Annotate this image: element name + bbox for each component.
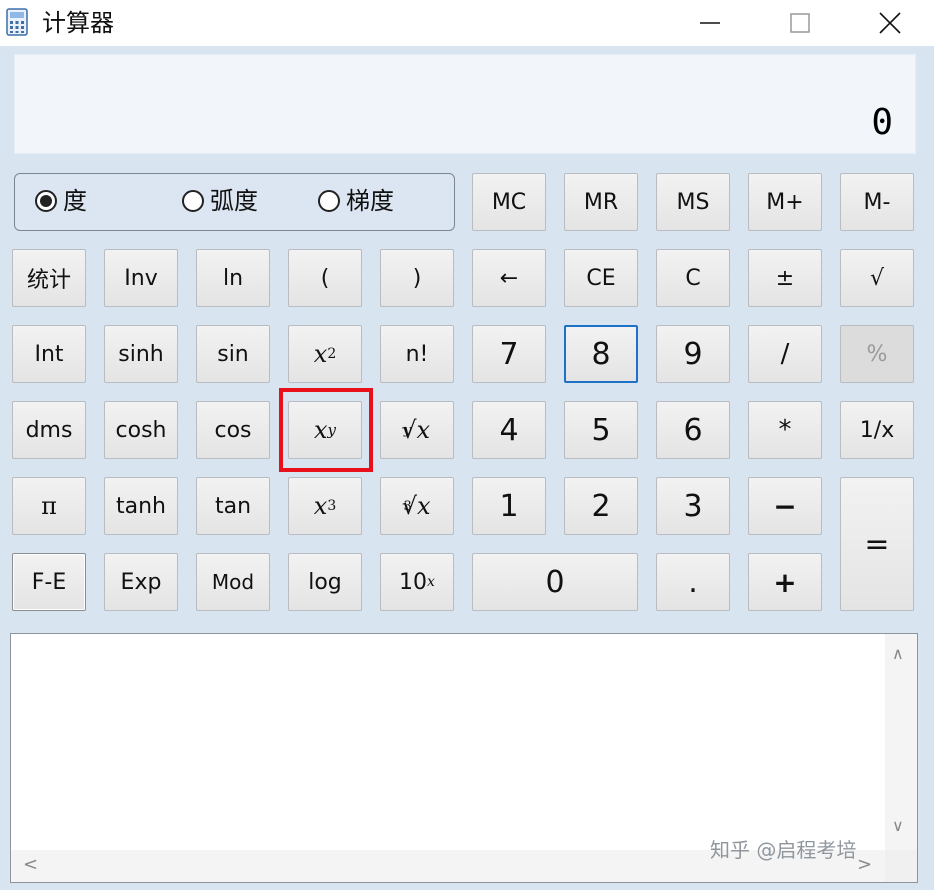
radio-selected-dot xyxy=(40,195,52,207)
calculator-app-icon xyxy=(6,8,28,36)
scrollbar-corner xyxy=(885,850,917,882)
ten-power-exponent: x xyxy=(427,574,435,590)
tanh-button[interactable]: tanh xyxy=(104,477,178,535)
scroll-left-icon[interactable]: < xyxy=(23,854,38,875)
title-bar: 计算器 xyxy=(0,0,934,46)
radio-label: 梯度 xyxy=(346,187,394,215)
exp-button[interactable]: Exp xyxy=(104,553,178,611)
close-icon xyxy=(879,12,901,34)
sin-button[interactable]: sin xyxy=(196,325,270,383)
scroll-up-icon[interactable]: ∧ xyxy=(892,644,904,663)
multiply-button[interactable]: * xyxy=(748,401,822,459)
radio-circle xyxy=(318,190,340,212)
mc-button[interactable]: MC xyxy=(472,173,546,231)
digit-1-button[interactable]: 1 xyxy=(472,477,546,535)
ms-button[interactable]: MS xyxy=(656,173,730,231)
backspace-button[interactable]: ← xyxy=(472,249,546,307)
percent-button[interactable]: % xyxy=(840,325,914,383)
ten-power-x-button[interactable]: 10 x xyxy=(380,553,454,611)
x-cubed-base: x xyxy=(313,492,328,520)
digit-8-button[interactable]: 8 xyxy=(564,325,638,383)
log-button[interactable]: log xyxy=(288,553,362,611)
digit-5-button[interactable]: 5 xyxy=(564,401,638,459)
digit-9-button[interactable]: 9 xyxy=(656,325,730,383)
clear-button[interactable]: C xyxy=(656,249,730,307)
vertical-scrollbar[interactable]: ∧ ∨ xyxy=(885,634,917,850)
cube-root-radicand: x xyxy=(417,492,431,520)
inv-button[interactable]: Inv xyxy=(104,249,178,307)
close-button[interactable] xyxy=(860,4,920,42)
cube-root-button[interactable]: 3 √ x xyxy=(380,477,454,535)
radio-circle xyxy=(35,190,57,212)
digit-2-button[interactable]: 2 xyxy=(564,477,638,535)
radio-gradians[interactable]: 梯度 xyxy=(318,187,394,215)
radio-circle xyxy=(182,190,204,212)
pi-button[interactable]: π xyxy=(12,477,86,535)
digit-6-button[interactable]: 6 xyxy=(656,401,730,459)
m-minus-button[interactable]: M- xyxy=(840,173,914,231)
radio-label: 弧度 xyxy=(210,187,258,215)
add-button[interactable]: + xyxy=(748,553,822,611)
divide-button[interactable]: / xyxy=(748,325,822,383)
digit-0-button[interactable]: 0 xyxy=(472,553,638,611)
result-display: 0 xyxy=(14,54,916,154)
m-plus-button[interactable]: M+ xyxy=(748,173,822,231)
ln-button[interactable]: ln xyxy=(196,249,270,307)
ce-button[interactable]: CE xyxy=(564,249,638,307)
digit-7-button[interactable]: 7 xyxy=(472,325,546,383)
window-title: 计算器 xyxy=(42,9,114,37)
int-button[interactable]: Int xyxy=(12,325,86,383)
scroll-down-icon[interactable]: ∨ xyxy=(892,816,904,835)
x-squared-button[interactable]: x2 xyxy=(288,325,362,383)
reciprocal-button[interactable]: 1/x xyxy=(840,401,914,459)
negate-button[interactable]: ± xyxy=(748,249,822,307)
minimize-icon xyxy=(700,22,720,24)
left-paren-button[interactable]: ( xyxy=(288,249,362,307)
maximize-icon xyxy=(790,13,810,33)
watermark: 知乎 @启程考培 xyxy=(710,838,857,862)
radio-label: 度 xyxy=(63,187,87,215)
sinh-button[interactable]: sinh xyxy=(104,325,178,383)
mod-button[interactable]: Mod xyxy=(196,553,270,611)
equals-button[interactable]: = xyxy=(840,477,914,611)
y-root-radicand: x xyxy=(416,416,431,444)
digit-4-button[interactable]: 4 xyxy=(472,401,546,459)
x-power-y-exponent: y xyxy=(327,421,337,439)
decimal-point-button[interactable]: . xyxy=(656,553,730,611)
scroll-right-icon[interactable]: > xyxy=(857,854,872,875)
dms-button[interactable]: dms xyxy=(12,401,86,459)
fe-button[interactable]: F-E xyxy=(12,553,86,611)
subtract-button[interactable]: − xyxy=(748,477,822,535)
mr-button[interactable]: MR xyxy=(564,173,638,231)
cos-button[interactable]: cos xyxy=(196,401,270,459)
radio-degrees[interactable]: 度 xyxy=(35,187,87,215)
radio-radians[interactable]: 弧度 xyxy=(182,187,258,215)
x-squared-exponent: 2 xyxy=(327,346,337,362)
x-cubed-exponent: 3 xyxy=(327,498,337,514)
y-root-x-button[interactable]: y √ x xyxy=(380,401,454,459)
factorial-button[interactable]: n! xyxy=(380,325,454,383)
x-cubed-button[interactable]: x3 xyxy=(288,477,362,535)
angle-mode-group: 度 弧度 梯度 xyxy=(14,173,455,231)
cosh-button[interactable]: cosh xyxy=(104,401,178,459)
minimize-button[interactable] xyxy=(680,4,740,42)
x-power-y-base: x xyxy=(313,416,328,444)
statistics-button[interactable]: 统计 xyxy=(12,249,86,307)
right-paren-button[interactable]: ) xyxy=(380,249,454,307)
cube-root-radical: √ xyxy=(401,492,418,520)
x-squared-base: x xyxy=(313,340,328,368)
square-root-button[interactable]: √ xyxy=(840,249,914,307)
tan-button[interactable]: tan xyxy=(196,477,270,535)
ten-power-base: 10 xyxy=(399,569,428,595)
digit-3-button[interactable]: 3 xyxy=(656,477,730,535)
x-power-y-button[interactable]: xy xyxy=(288,401,362,459)
display-value: 0 xyxy=(871,102,893,143)
y-root-radical: √ xyxy=(401,416,417,444)
maximize-button[interactable] xyxy=(770,4,830,42)
